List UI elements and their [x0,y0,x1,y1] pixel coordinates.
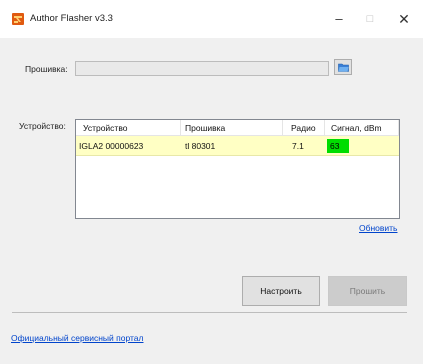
app-window: Author Flasher v3.3 – □ ✕ Прошивка: Устр… [0,0,423,364]
window-title: Author Flasher v3.3 [30,13,113,24]
device-name-cell: IGLA2 00000623 [79,141,144,151]
firmware-label: Прошивка: [25,64,68,74]
signal-strength-value: 63 [330,141,340,151]
device-firmware-cell: tl 80301 [185,141,216,151]
column-header-radio[interactable]: Радио [291,123,316,133]
column-separator [324,120,325,135]
device-radio-cell: 7.1 [292,141,304,151]
app-logo-icon [12,13,24,25]
device-list-header: Устройство Прошивка Радио Сигнал, dBm [76,120,399,136]
signal-strength-cell: 63 [327,139,349,153]
title-bar[interactable]: Author Flasher v3.3 – □ ✕ [0,0,423,38]
column-separator [282,120,283,135]
flash-button[interactable]: Прошить [328,276,407,306]
divider [12,312,407,313]
device-row[interactable]: IGLA2 00000623 tl 80301 7.1 63 [76,136,399,156]
column-separator [180,120,181,135]
close-button[interactable]: ✕ [389,8,419,30]
refresh-link[interactable]: Обновить [359,223,398,233]
column-header-signal[interactable]: Сигнал, dBm [331,123,382,133]
column-header-firmware[interactable]: Прошивка [185,123,225,133]
folder-open-icon [338,63,349,72]
browse-firmware-button[interactable] [334,59,352,75]
configure-button[interactable]: Настроить [242,276,320,306]
service-portal-link[interactable]: Официальный сервисный портал [11,333,144,343]
device-list[interactable]: Устройство Прошивка Радио Сигнал, dBm IG… [75,119,400,219]
device-label: Устройство: [19,121,66,131]
minimize-button[interactable]: – [324,8,354,30]
firmware-path-input[interactable] [75,61,329,76]
maximize-button[interactable]: □ [355,8,385,30]
column-separator [398,120,399,135]
column-header-device[interactable]: Устройство [83,123,127,133]
